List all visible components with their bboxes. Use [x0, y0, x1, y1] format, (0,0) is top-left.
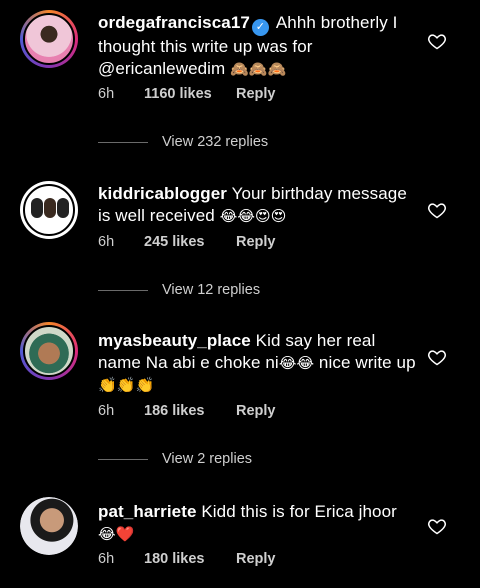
heart-outline-icon[interactable] — [427, 200, 447, 220]
comment-username[interactable]: myasbeauty_place — [98, 331, 251, 350]
avatar[interactable] — [20, 10, 78, 68]
reply-button[interactable]: Reply — [236, 403, 276, 419]
comment-emojis: 😂❤️ — [98, 525, 135, 543]
comment-text: Kidd this is for Erica jhoor — [201, 502, 397, 521]
comment-body: ordegafrancisca17 ✓ Ahhh brotherly I thou… — [98, 12, 418, 80]
comment-emojis: 👏👏👏 — [98, 376, 155, 394]
divider-line — [98, 141, 148, 143]
reply-button[interactable]: Reply — [236, 234, 276, 250]
view-replies-label: View 12 replies — [162, 282, 261, 298]
comment-meta: 6h 1160 likes Reply — [98, 86, 276, 102]
likes-count[interactable]: 186 likes — [144, 403, 236, 419]
comment-meta: 6h 186 likes Reply — [98, 403, 276, 419]
verified-badge-icon: ✓ — [251, 19, 269, 36]
comment-text-emojis: 😂😂 — [278, 354, 315, 372]
comment-text-after: nice write up — [318, 353, 416, 372]
heart-outline-icon[interactable] — [427, 31, 447, 51]
view-replies-label: View 2 replies — [162, 451, 253, 467]
comment-username[interactable]: pat_harriete — [98, 502, 197, 521]
heart-outline-icon[interactable] — [427, 516, 447, 536]
comment-body: pat_harriete Kidd this is for Erica jhoo… — [98, 501, 418, 545]
heart-outline-icon[interactable] — [427, 347, 447, 367]
divider-line — [98, 458, 148, 460]
comment-time: 6h — [98, 86, 115, 102]
comment-username[interactable]: ordegafrancisca17 — [98, 13, 250, 32]
likes-count[interactable]: 245 likes — [144, 234, 236, 250]
comment-time: 6h — [98, 551, 115, 567]
comment-body: kiddricablogger Your birthday message is… — [98, 183, 418, 227]
comment-username[interactable]: kiddricablogger — [98, 184, 227, 203]
reply-button[interactable]: Reply — [236, 86, 276, 102]
avatar[interactable] — [20, 322, 78, 380]
comment-body: myasbeauty_place Kid say her real name N… — [98, 330, 418, 396]
comment-meta: 6h 180 likes Reply — [98, 551, 276, 567]
avatar[interactable] — [20, 497, 78, 555]
comment-emojis: 😂😂😍😍 — [219, 207, 287, 225]
reply-button[interactable]: Reply — [236, 551, 276, 567]
likes-count[interactable]: 180 likes — [144, 551, 236, 567]
view-replies-link[interactable]: View 2 replies — [98, 451, 252, 467]
avatar[interactable] — [20, 181, 78, 239]
comment-time: 6h — [98, 234, 115, 250]
comment-time: 6h — [98, 403, 115, 419]
comment-emojis: 🙈🙈🙈 — [230, 60, 287, 78]
view-replies-label: View 232 replies — [162, 134, 269, 150]
view-replies-link[interactable]: View 232 replies — [98, 134, 268, 150]
view-replies-link[interactable]: View 12 replies — [98, 282, 260, 298]
divider-line — [98, 289, 148, 291]
likes-count[interactable]: 1160 likes — [144, 86, 236, 102]
comment-meta: 6h 245 likes Reply — [98, 234, 276, 250]
